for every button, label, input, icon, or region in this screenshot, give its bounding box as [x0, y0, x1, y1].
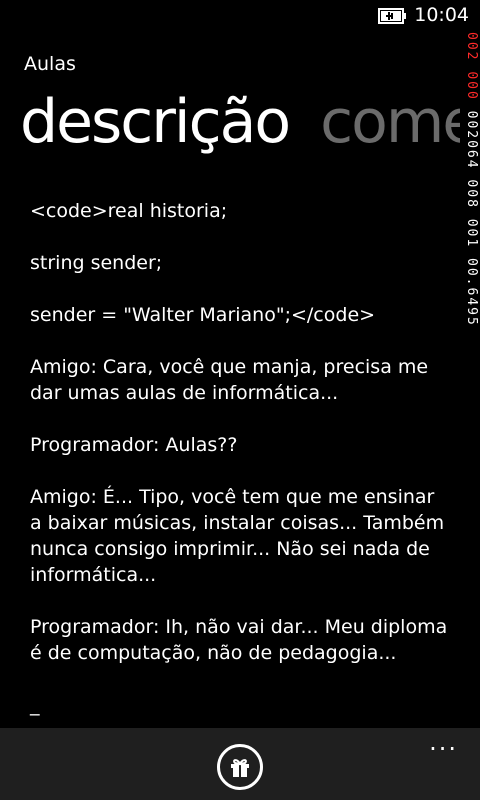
paragraph: <code>real historia;: [30, 200, 228, 222]
description-text: <code>real historia; string sender; send…: [30, 198, 450, 744]
paragraph: string sender;: [30, 252, 163, 274]
counter-app-fps: 000: [464, 71, 479, 101]
paragraph: sender = "Walter Mariano";</code>: [30, 304, 376, 326]
counter-metrics: 002064 008 001 00.6495: [464, 110, 479, 327]
paragraph: Amigo: Cara, você que manja, precisa me …: [30, 356, 429, 404]
pivot-header: descrição comentários: [20, 82, 460, 162]
gift-button[interactable]: [217, 744, 263, 790]
paragraph: Programador: Ih, não vai dar... Meu dipl…: [30, 616, 448, 664]
gift-icon: [231, 759, 249, 777]
status-bar: 10:04: [0, 0, 480, 32]
frame-rate-counter: 002 000 002064 008 001 00.6495: [464, 32, 479, 392]
paragraph: _: [30, 694, 40, 716]
more-options-button[interactable]: ...: [429, 730, 458, 754]
pivot-item-comentarios[interactable]: comentários: [320, 87, 460, 157]
battery-charging-icon: [378, 8, 406, 24]
pivot-item-descricao[interactable]: descrição: [20, 87, 291, 157]
paragraph: Amigo: É... Tipo, você tem que me ensina…: [30, 486, 445, 586]
application-bar: ...: [0, 728, 480, 800]
app-title: Aulas: [24, 53, 76, 75]
counter-ui-fps: 002: [464, 32, 479, 62]
paragraph: Programador: Aulas??: [30, 434, 238, 456]
status-clock: 10:04: [414, 4, 469, 26]
